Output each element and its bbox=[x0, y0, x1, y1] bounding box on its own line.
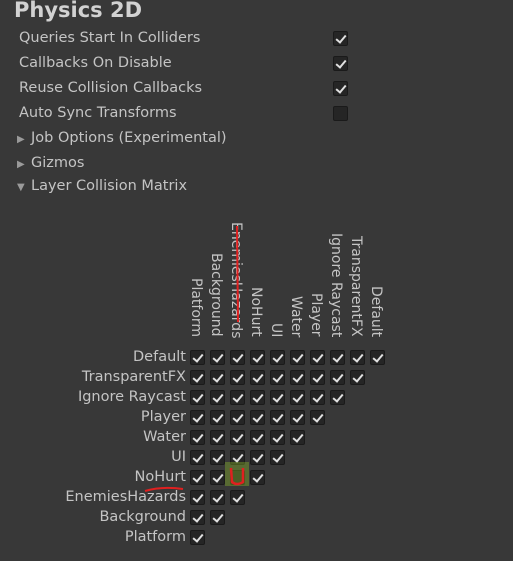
matrix-row-label: EnemiesHazards bbox=[65, 489, 186, 505]
matrix-column-label: Player bbox=[308, 293, 324, 337]
matrix-cell-checkbox[interactable] bbox=[190, 510, 205, 525]
expanded-arrow-icon: ▼ bbox=[17, 182, 25, 193]
layer-collision-matrix-foldout[interactable]: ▼ Layer Collision Matrix bbox=[17, 178, 187, 194]
matrix-cell-checkbox[interactable] bbox=[310, 370, 325, 385]
matrix-cell-checkbox[interactable] bbox=[330, 350, 345, 365]
matrix-column-label: Default bbox=[368, 285, 384, 337]
matrix-cell-checkbox[interactable] bbox=[330, 370, 345, 385]
matrix-row-label: Player bbox=[140, 409, 186, 425]
matrix-cell-checkbox[interactable] bbox=[270, 410, 285, 425]
matrix-cell-checkbox[interactable] bbox=[210, 470, 225, 485]
matrix-cell-checkbox[interactable] bbox=[210, 390, 225, 405]
matrix-cell-checkbox[interactable] bbox=[190, 470, 205, 485]
callbacks-on-disable-checkbox[interactable] bbox=[333, 56, 348, 71]
matrix-cell-checkbox[interactable] bbox=[190, 350, 205, 365]
matrix-cell-checkbox[interactable] bbox=[270, 350, 285, 365]
matrix-row-label: Ignore Raycast bbox=[77, 389, 186, 405]
matrix-cell-checkbox[interactable] bbox=[210, 450, 225, 465]
section-title: Physics 2D bbox=[14, 0, 143, 22]
matrix-cell-checkbox[interactable] bbox=[250, 370, 265, 385]
matrix-cell-checkbox[interactable] bbox=[290, 350, 305, 365]
matrix-cell-checkbox[interactable] bbox=[250, 390, 265, 405]
collapsed-arrow-icon: ▶ bbox=[17, 159, 25, 170]
matrix-cell-checkbox[interactable] bbox=[250, 350, 265, 365]
matrix-cell-checkbox[interactable] bbox=[210, 410, 225, 425]
reuse-collision-callbacks-label: Reuse Collision Callbacks bbox=[19, 80, 203, 96]
matrix-cell-checkbox[interactable] bbox=[290, 370, 305, 385]
matrix-row-label: Water bbox=[143, 429, 186, 445]
matrix-cell-checkbox[interactable] bbox=[230, 410, 245, 425]
matrix-cell-checkbox[interactable] bbox=[230, 450, 245, 465]
matrix-cell-checkbox[interactable] bbox=[210, 370, 225, 385]
matrix-cell-checkbox[interactable] bbox=[270, 450, 285, 465]
queries-start-in-colliders-checkbox[interactable] bbox=[333, 31, 348, 46]
matrix-cell-checkbox[interactable] bbox=[310, 390, 325, 405]
matrix-column-label: Background bbox=[208, 253, 224, 337]
auto-sync-transforms-label: Auto Sync Transforms bbox=[19, 105, 177, 121]
callbacks-on-disable-label: Callbacks On Disable bbox=[19, 55, 172, 71]
matrix-row-label: Default bbox=[133, 349, 186, 365]
gizmos-foldout[interactable]: ▶ Gizmos bbox=[17, 155, 84, 171]
matrix-cell-checkbox[interactable] bbox=[190, 530, 205, 545]
matrix-cell-checkbox[interactable] bbox=[290, 410, 305, 425]
matrix-cell-checkbox[interactable] bbox=[250, 450, 265, 465]
matrix-cell-checkbox[interactable] bbox=[190, 390, 205, 405]
matrix-cell-checkbox[interactable] bbox=[270, 390, 285, 405]
matrix-cell-checkbox[interactable] bbox=[350, 370, 365, 385]
matrix-cell-checkbox[interactable] bbox=[190, 430, 205, 445]
queries-start-in-colliders-label: Queries Start In Colliders bbox=[19, 30, 201, 46]
matrix-cell-checkbox[interactable] bbox=[290, 390, 305, 405]
matrix-row-label: Platform bbox=[124, 529, 186, 545]
matrix-cell-checkbox[interactable] bbox=[190, 370, 205, 385]
matrix-column-label: TransparentFX bbox=[348, 236, 364, 337]
matrix-cell-checkbox[interactable] bbox=[290, 430, 305, 445]
matrix-column-label: EnemiesHazards bbox=[228, 222, 244, 339]
job-options-foldout[interactable]: ▶ Job Options (Experimental) bbox=[17, 130, 227, 146]
gizmos-label: Gizmos bbox=[31, 155, 85, 171]
reuse-collision-callbacks-checkbox[interactable] bbox=[333, 81, 348, 96]
matrix-cell-checkbox[interactable] bbox=[230, 430, 245, 445]
matrix-cell-checkbox[interactable] bbox=[230, 390, 245, 405]
auto-sync-transforms-checkbox[interactable] bbox=[333, 106, 348, 121]
matrix-cell-checkbox[interactable] bbox=[230, 350, 245, 365]
matrix-cell-checkbox[interactable] bbox=[270, 370, 285, 385]
matrix-cell-checkbox[interactable] bbox=[250, 470, 265, 485]
matrix-cell-checkbox[interactable] bbox=[190, 490, 205, 505]
matrix-column-label: Platform bbox=[188, 277, 204, 337]
matrix-cell-checkbox[interactable] bbox=[350, 350, 365, 365]
matrix-cell-checkbox[interactable] bbox=[270, 430, 285, 445]
matrix-cell-checkbox[interactable] bbox=[190, 450, 205, 465]
collapsed-arrow-icon: ▶ bbox=[17, 134, 25, 145]
matrix-cell-checkbox[interactable] bbox=[330, 390, 345, 405]
matrix-cell-checkbox[interactable] bbox=[190, 410, 205, 425]
matrix-column-label: UI bbox=[268, 322, 284, 337]
matrix-cell-checkbox[interactable] bbox=[210, 350, 225, 365]
matrix-row-label: Background bbox=[99, 509, 186, 525]
job-options-label: Job Options (Experimental) bbox=[31, 130, 227, 146]
matrix-column-label: Ignore Raycast bbox=[328, 232, 344, 337]
matrix-cell-checkbox[interactable] bbox=[310, 410, 325, 425]
matrix-row-label: UI bbox=[171, 449, 186, 465]
matrix-cell-checkbox[interactable] bbox=[210, 510, 225, 525]
matrix-cell-checkbox[interactable] bbox=[250, 410, 265, 425]
matrix-row-label: TransparentFX bbox=[81, 369, 186, 385]
matrix-cell-checkbox[interactable] bbox=[230, 370, 245, 385]
matrix-cell-checkbox[interactable] bbox=[230, 490, 245, 505]
matrix-cell-checkbox[interactable] bbox=[250, 430, 265, 445]
matrix-cell-checkbox[interactable] bbox=[230, 470, 245, 485]
layer-collision-matrix-label: Layer Collision Matrix bbox=[31, 178, 188, 194]
matrix-cell-checkbox[interactable] bbox=[210, 490, 225, 505]
matrix-column-label: Water bbox=[288, 295, 304, 337]
matrix-cell-checkbox[interactable] bbox=[310, 350, 325, 365]
matrix-column-label: NoHurt bbox=[248, 287, 264, 337]
matrix-cell-checkbox[interactable] bbox=[370, 350, 385, 365]
matrix-cell-checkbox[interactable] bbox=[210, 430, 225, 445]
matrix-row-label: NoHurt bbox=[134, 469, 186, 485]
